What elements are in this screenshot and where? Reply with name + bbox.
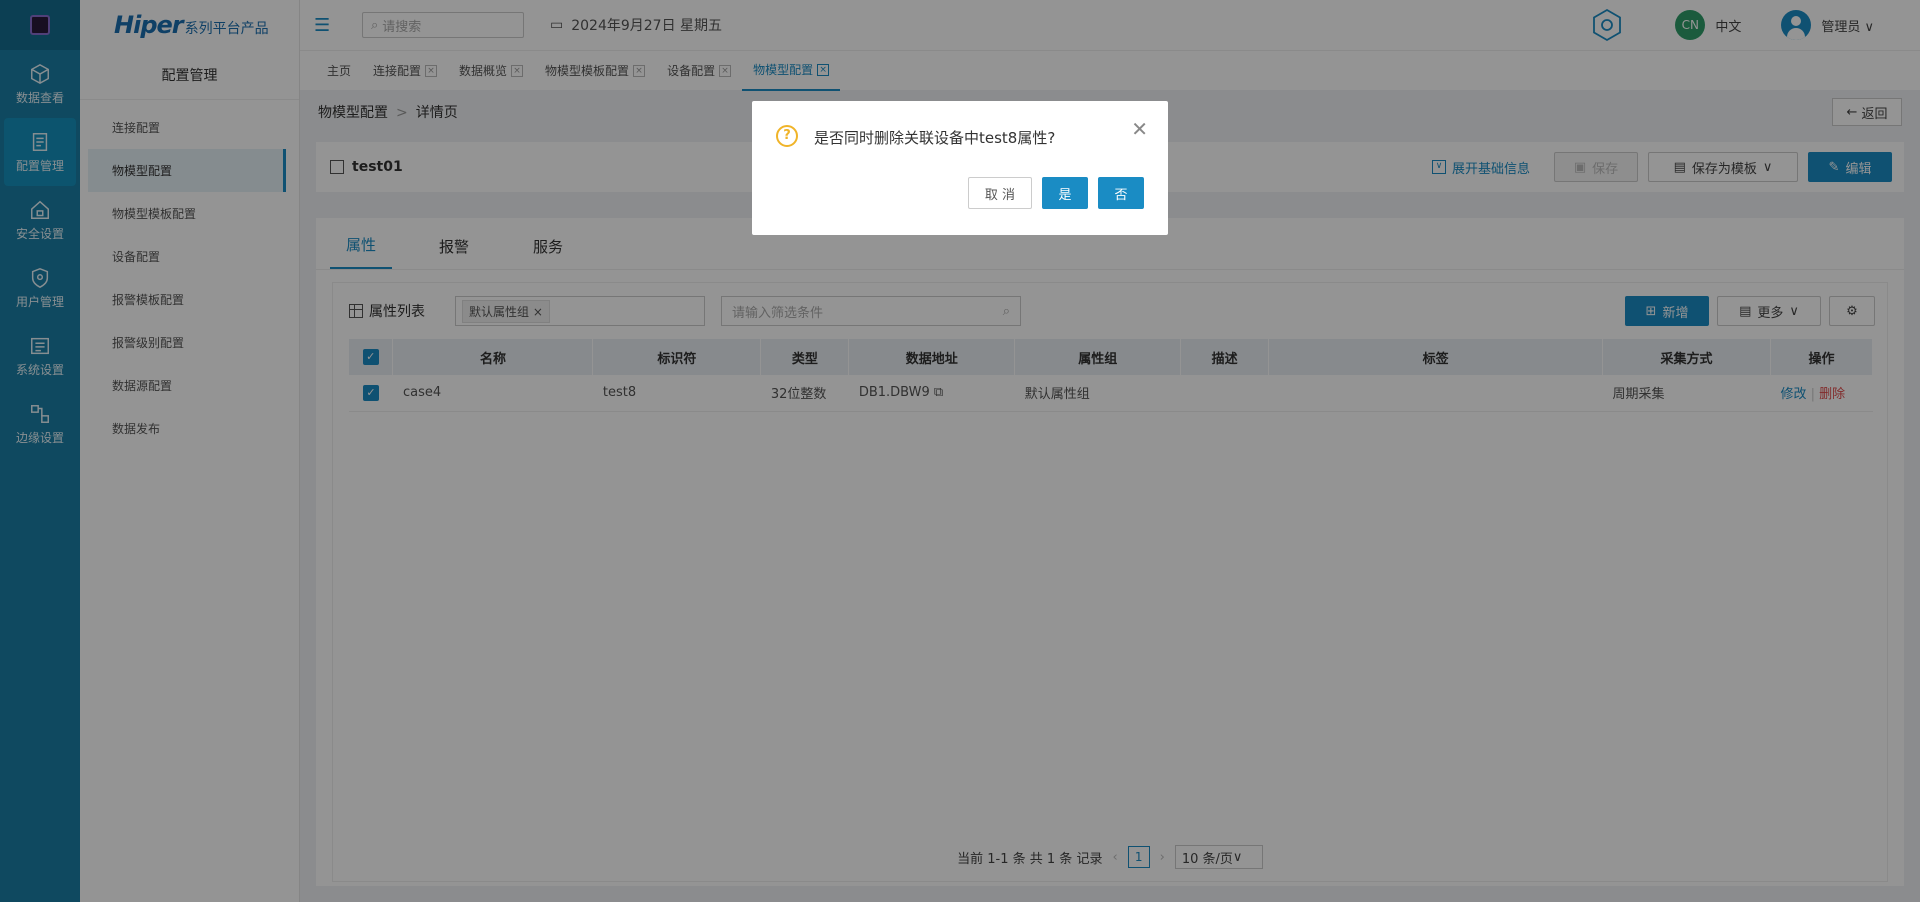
no-button[interactable]: 否 xyxy=(1098,177,1144,209)
confirm-dialog: ? 是否同时删除关联设备中test8属性? ✕ 取 消 是 否 xyxy=(752,101,1168,235)
cancel-button[interactable]: 取 消 xyxy=(968,177,1032,209)
question-icon: ? xyxy=(776,125,798,147)
yes-button[interactable]: 是 xyxy=(1042,177,1088,209)
close-icon[interactable]: ✕ xyxy=(1131,117,1148,141)
dialog-message: 是否同时删除关联设备中test8属性? xyxy=(814,129,1056,147)
